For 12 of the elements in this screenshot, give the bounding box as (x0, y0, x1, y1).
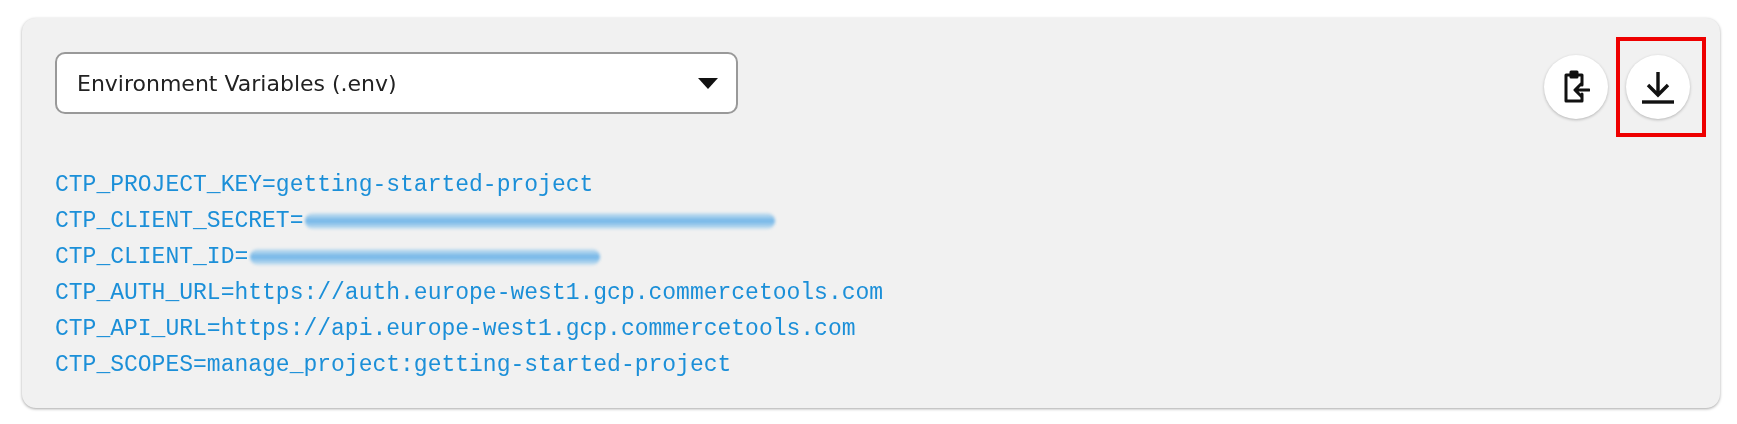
clipboard-arrow-icon (1562, 70, 1590, 104)
env-variable: CTP_CLIENT_SECRET= (55, 208, 304, 234)
copy-button[interactable] (1544, 55, 1608, 119)
env-variable: CTP_SCOPES=manage_project:getting-started-project (55, 352, 732, 378)
download-icon (1640, 69, 1676, 105)
download-button[interactable] (1626, 55, 1690, 119)
env-variable: CTP_CLIENT_ID= (55, 244, 249, 270)
format-dropdown[interactable]: Environment Variables (.env) (55, 52, 738, 114)
env-variable: CTP_PROJECT_KEY=getting-started-project (55, 172, 594, 198)
env-variable: CTP_AUTH_URL=https://auth.europe-west1.gcp.commercetools.com (55, 280, 884, 306)
env-variable: CTP_API_URL=https://api.europe-west1.gcp.commercetools.com (55, 316, 856, 342)
caret-icon (698, 77, 718, 89)
